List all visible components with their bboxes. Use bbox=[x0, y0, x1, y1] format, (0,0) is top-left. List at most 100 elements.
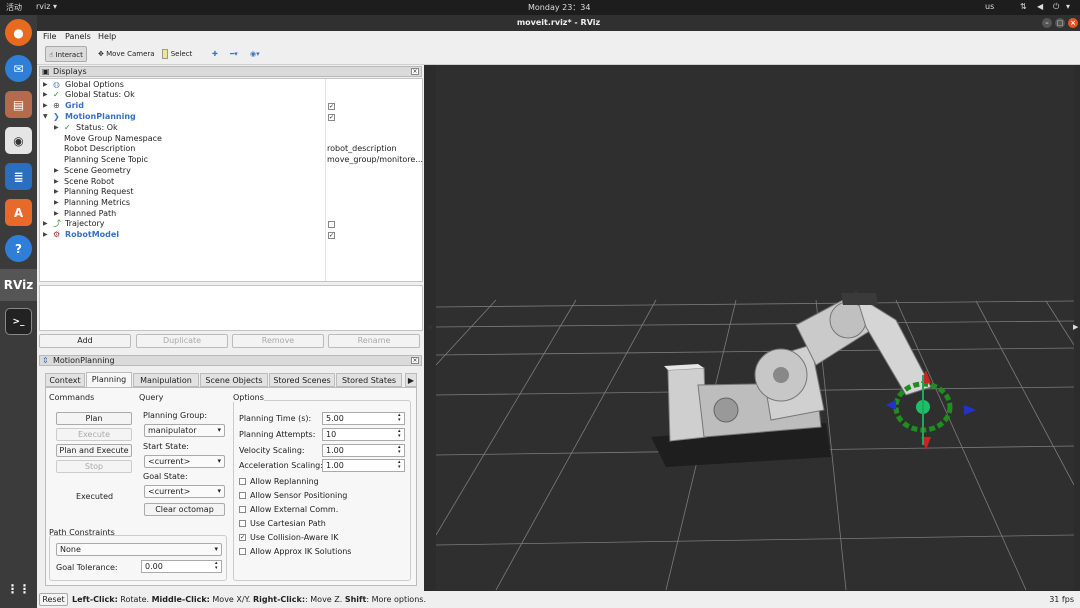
goal-state-select[interactable]: <current> bbox=[144, 485, 225, 498]
tree-row-scene-robot[interactable]: ▶ Scene Robot bbox=[40, 177, 422, 187]
start-state-label: Start State: bbox=[143, 442, 189, 451]
tab-scene-objects[interactable]: Scene Objects bbox=[200, 373, 268, 387]
path-constraints-select[interactable]: None bbox=[56, 543, 222, 556]
tree-row-grid[interactable]: ▶ ⊕ Grid ✓ bbox=[40, 101, 422, 111]
add-display-button[interactable]: Add bbox=[39, 334, 131, 348]
terminal-icon[interactable]: >_ bbox=[5, 308, 32, 335]
tab-stored-scenes[interactable]: Stored Scenes bbox=[269, 373, 335, 387]
move-camera-tool-button[interactable]: ✥ Move Camera bbox=[95, 46, 158, 62]
tab-stored-states[interactable]: Stored States bbox=[336, 373, 402, 387]
files-icon[interactable]: ▤ bbox=[5, 91, 32, 118]
menu-file[interactable]: File bbox=[43, 32, 56, 41]
activities-button[interactable]: 活动 bbox=[6, 2, 22, 13]
software-center-icon[interactable]: A bbox=[5, 199, 32, 226]
allow-external-comm-checkbox[interactable]: Allow External Comm. bbox=[239, 504, 338, 515]
remove-display-button[interactable]: Remove bbox=[232, 334, 324, 348]
close-icon[interactable]: × bbox=[411, 357, 419, 364]
start-state-select[interactable]: <current> bbox=[144, 455, 225, 468]
window-title: moveit.rviz* - RViz bbox=[516, 18, 601, 27]
acceleration-scaling-spinbox[interactable]: 1.00 bbox=[322, 459, 405, 472]
app-menu[interactable]: rviz ▾ bbox=[36, 2, 57, 11]
planning-group-select[interactable]: manipulator bbox=[144, 424, 225, 437]
tree-row-scene-geometry[interactable]: ▶ Scene Geometry bbox=[40, 166, 422, 176]
globe-icon: ◍ bbox=[53, 80, 60, 89]
language-indicator[interactable]: us bbox=[985, 2, 994, 11]
tree-row-motionplanning[interactable]: ▼ ❯ MotionPlanning ✓ bbox=[40, 112, 422, 122]
select-tool-button[interactable]: Select bbox=[159, 46, 195, 62]
velocity-scaling-spinbox[interactable]: 1.00 bbox=[322, 444, 405, 457]
motionplanning-enabled-checkbox[interactable]: ✓ bbox=[328, 114, 335, 121]
tree-row-global-status[interactable]: ▶ ✓ Global Status: Ok bbox=[40, 90, 422, 100]
tree-row-status[interactable]: ▶ ✓ Status: Ok bbox=[40, 123, 422, 133]
reset-view-button[interactable]: Reset bbox=[39, 593, 68, 606]
tab-manipulation[interactable]: Manipulation bbox=[133, 373, 199, 387]
volume-icon[interactable]: ◀ bbox=[1037, 2, 1043, 11]
rviz-icon[interactable]: RViz bbox=[0, 269, 37, 301]
planning-time-label: Planning Time (s): bbox=[239, 414, 312, 423]
tree-row-move-group-namespace[interactable]: Move Group Namespace bbox=[40, 134, 422, 144]
power-icon[interactable]: ⏻ bbox=[1053, 2, 1059, 12]
goal-tolerance-spinbox[interactable]: 0.00 bbox=[141, 560, 222, 573]
grid-enabled-checkbox[interactable]: ✓ bbox=[328, 103, 335, 110]
motionplanning-panel-header: ⇕ MotionPlanning × bbox=[39, 355, 422, 366]
rhythmbox-icon[interactable]: ◉ bbox=[5, 127, 32, 154]
tree-row-robotmodel[interactable]: ▶ ⚙ RobotModel ✓ bbox=[40, 230, 422, 240]
planning-attempts-spinbox[interactable]: 10 bbox=[322, 428, 405, 441]
allow-approx-ik-checkbox[interactable]: Allow Approx IK Solutions bbox=[239, 546, 351, 557]
execute-button[interactable]: Execute bbox=[56, 428, 132, 441]
stop-button[interactable]: Stop bbox=[56, 460, 132, 473]
close-button[interactable]: × bbox=[1068, 18, 1078, 28]
tree-row-planning-request[interactable]: ▶ Planning Request bbox=[40, 187, 422, 197]
tree-row-planning-scene-topic[interactable]: Planning Scene Topic move_group/monitore.… bbox=[40, 155, 423, 165]
tree-row-planning-metrics[interactable]: ▶ Planning Metrics bbox=[40, 198, 422, 208]
show-apps-icon[interactable]: ⋮⋮ bbox=[5, 575, 32, 602]
tree-row-robot-description[interactable]: Robot Description robot_description bbox=[40, 144, 422, 154]
tree-row-planned-path[interactable]: ▶ Planned Path bbox=[40, 209, 422, 219]
menu-panels[interactable]: Panels bbox=[65, 32, 91, 41]
writer-icon[interactable]: ≣ bbox=[5, 163, 32, 190]
tree-row-trajectory[interactable]: ▶ ⤴ Trajectory bbox=[40, 219, 422, 229]
3d-render-viewport[interactable] bbox=[436, 65, 1074, 590]
trajectory-enabled-checkbox[interactable] bbox=[328, 221, 335, 228]
path-constraints-group bbox=[49, 535, 227, 581]
interact-tool-button[interactable]: ☝ Interact bbox=[45, 46, 87, 62]
use-collision-aware-ik-checkbox[interactable]: ✓ Use Collision-Aware IK bbox=[239, 532, 338, 543]
allow-replanning-checkbox[interactable]: Allow Replanning bbox=[239, 476, 319, 487]
splitter-left-arrow-icon[interactable]: ◀ bbox=[427, 323, 432, 331]
tool-properties-icon[interactable]: ◉▾ bbox=[247, 46, 263, 62]
displays-tree: ▶ ◍ Global Options ▶ ✓ Global Status: Ok ▶ ⊕ G… bbox=[39, 78, 423, 282]
splitter-right-arrow-icon[interactable]: ▶ bbox=[1073, 323, 1078, 331]
minimize-button[interactable]: – bbox=[1042, 18, 1052, 28]
rename-display-button[interactable]: Rename bbox=[328, 334, 420, 348]
launcher-dock: ● ✉ ▤ ◉ ≣ A ? RViz >_ ⋮⋮ bbox=[0, 15, 37, 608]
robotmodel-enabled-checkbox[interactable]: ✓ bbox=[328, 232, 335, 239]
robot-arm-model bbox=[651, 292, 932, 467]
tab-scroll-right-icon[interactable]: ▶ bbox=[405, 373, 417, 387]
toolbar: ☝ Interact ✥ Move Camera Select ✚ ━▾ ◉▾ bbox=[37, 43, 1080, 65]
clear-octomap-button[interactable]: Clear octomap bbox=[144, 503, 225, 516]
plan-and-execute-button[interactable]: Plan and Execute bbox=[56, 444, 132, 457]
firefox-icon[interactable]: ● bbox=[5, 19, 32, 46]
maximize-button[interactable]: □ bbox=[1055, 18, 1065, 28]
network-icon[interactable]: ⇅ bbox=[1020, 2, 1027, 11]
plan-button[interactable]: Plan bbox=[56, 412, 132, 425]
remove-tool-icon[interactable]: ━▾ bbox=[227, 46, 241, 62]
menu-help[interactable]: Help bbox=[98, 32, 116, 41]
help-icon[interactable]: ? bbox=[5, 235, 32, 262]
clock[interactable]: Monday 23：34 bbox=[528, 2, 590, 13]
close-icon[interactable]: × bbox=[411, 68, 419, 75]
checkbox-icon bbox=[239, 492, 246, 499]
tab-planning[interactable]: Planning bbox=[86, 372, 132, 387]
thunderbird-icon[interactable]: ✉ bbox=[5, 55, 32, 82]
duplicate-display-button[interactable]: Duplicate bbox=[136, 334, 228, 348]
tree-row-global-options[interactable]: ▶ ◍ Global Options bbox=[40, 80, 422, 90]
tab-context[interactable]: Context bbox=[45, 373, 85, 387]
planning-time-spinbox[interactable]: 5.00 bbox=[322, 412, 405, 425]
window-titlebar: moveit.rviz* - RViz – □ × bbox=[37, 15, 1080, 31]
chevron-down-icon[interactable]: ▾ bbox=[1066, 2, 1070, 11]
add-tool-icon[interactable]: ✚ bbox=[209, 46, 221, 62]
use-cartesian-path-checkbox[interactable]: Use Cartesian Path bbox=[239, 518, 326, 529]
allow-sensor-positioning-checkbox[interactable]: Allow Sensor Positioning bbox=[239, 490, 347, 501]
goal-tolerance-label: Goal Tolerance: bbox=[56, 563, 118, 572]
trajectory-icon: ⤴ bbox=[53, 219, 61, 228]
